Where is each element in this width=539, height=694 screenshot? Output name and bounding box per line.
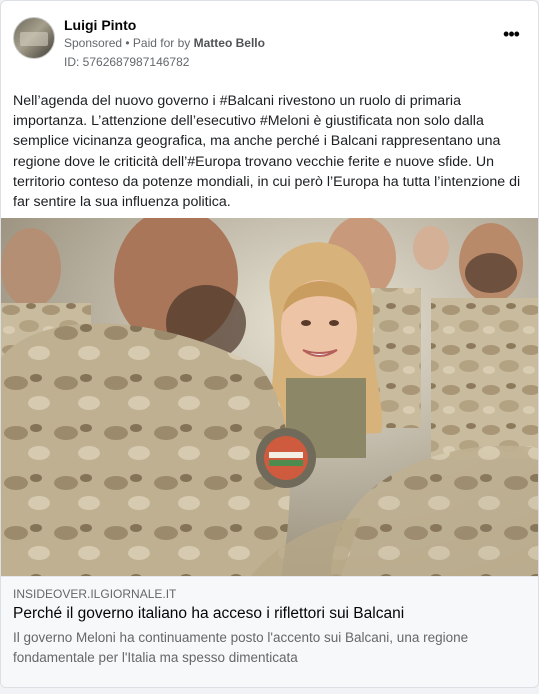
post-text: Nell’agenda del nuovo governo i #Balcani… — [13, 93, 521, 211]
sponsored-label: Sponsored — [64, 36, 123, 50]
ad-card: Luigi Pinto Sponsored • Paid for by Matt… — [0, 0, 539, 688]
link-description: Il governo Meloni ha continuamente posto… — [13, 630, 469, 665]
photo-soldiers-crowd — [1, 218, 538, 576]
paid-for-by-name[interactable]: Matteo Bello — [194, 36, 265, 50]
post-image[interactable] — [1, 218, 538, 576]
post-header: Luigi Pinto Sponsored • Paid for by Matt… — [13, 13, 526, 73]
link-domain: INSIDEOVER.ILGIORNALE.IT — [13, 587, 177, 601]
sponsored-line: Sponsored • Paid for by Matteo Bello — [64, 36, 265, 50]
more-horizontal-icon[interactable]: ••• — [498, 25, 524, 47]
link-preview[interactable]: INSIDEOVER.ILGIORNALE.IT Perché il gover… — [1, 576, 538, 687]
avatar[interactable] — [13, 17, 55, 59]
library-id: ID: 5762687987146782 — [64, 55, 190, 69]
author-name[interactable]: Luigi Pinto — [64, 17, 136, 33]
link-headline[interactable]: Perché il governo italiano ha acceso i r… — [13, 605, 404, 623]
meta-separator: • — [122, 36, 133, 50]
paid-for-by-prefix: Paid for by — [132, 36, 194, 50]
